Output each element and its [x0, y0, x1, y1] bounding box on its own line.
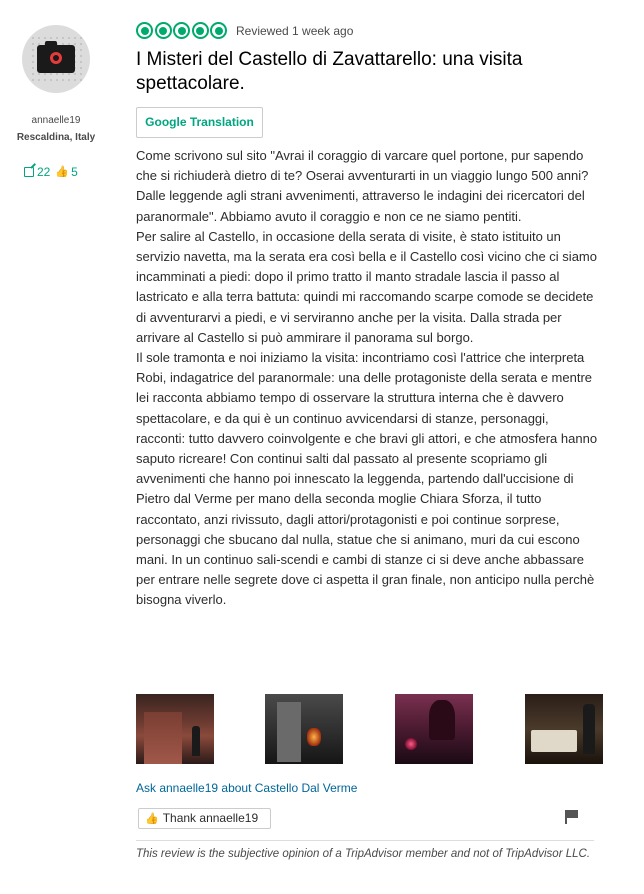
- rating-bubble-icon: [154, 22, 172, 39]
- review-disclaimer: This review is the subjective opinion of…: [136, 848, 591, 860]
- review-photo[interactable]: [525, 694, 603, 764]
- rating-bubble-icon: [136, 22, 153, 39]
- rating-bubble-icon: [191, 22, 209, 39]
- rating-bubbles: [136, 22, 229, 39]
- reviewer-username[interactable]: annaelle19: [0, 115, 112, 126]
- thumbs-up-icon: 👍: [145, 813, 159, 825]
- review-count-icon: [24, 166, 34, 177]
- flag-cloth: [567, 810, 578, 818]
- rating-bubble-icon: [173, 22, 190, 39]
- reviewer-stats: 22 👍 5: [24, 164, 78, 179]
- review-text: Come scrivono sul sito "Avrai il coraggi…: [136, 148, 598, 608]
- thank-button-label: Thank annaelle19: [162, 811, 259, 825]
- divider: [136, 840, 594, 841]
- google-translation-button[interactable]: Google Translation: [136, 107, 263, 138]
- review-title[interactable]: I Misteri del Castello di Zavattarello: …: [136, 48, 596, 96]
- ask-reviewer-link[interactable]: Ask annaelle19 about Castello Dal Verme: [136, 781, 357, 795]
- thumbs-up-icon: 👍: [55, 166, 70, 179]
- reviewer-location: Rescaldina, Italy: [16, 132, 96, 143]
- review-date: Reviewed 1 week ago: [236, 24, 354, 38]
- flag-icon[interactable]: [565, 810, 579, 824]
- rating-bubble-icon: [210, 22, 227, 39]
- review-count[interactable]: 22: [37, 165, 50, 179]
- avatar[interactable]: [22, 25, 90, 93]
- review-photo[interactable]: [136, 694, 214, 764]
- review-photo[interactable]: [395, 694, 473, 764]
- helpful-votes[interactable]: 5: [71, 165, 78, 179]
- thank-reviewer-button[interactable]: 👍 Thank annaelle19: [138, 808, 271, 829]
- camera-lens-center: [53, 55, 59, 61]
- review-photo[interactable]: [265, 694, 343, 764]
- review-photos: [136, 694, 603, 764]
- review-body: Come scrivono sul sito "Avrai il coraggi…: [136, 146, 600, 611]
